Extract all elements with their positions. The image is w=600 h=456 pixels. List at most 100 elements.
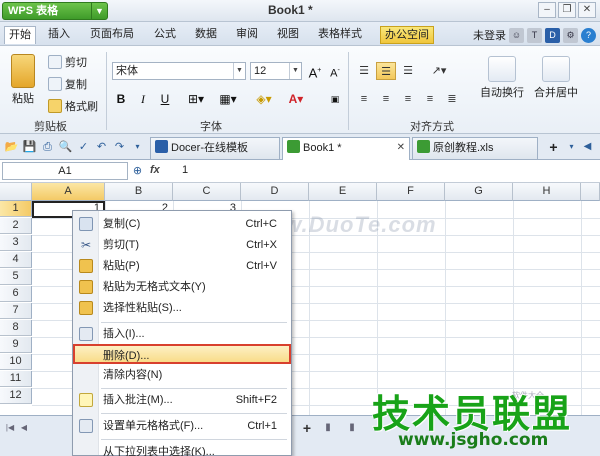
chevron-down-icon[interactable]: ▾ [564, 140, 579, 154]
docer-icon[interactable]: D [545, 27, 560, 43]
menu-item-delete[interactable]: 删除(D)... [73, 344, 291, 364]
minimize-button[interactable]: – [538, 2, 556, 18]
row-header[interactable]: 2 [0, 218, 32, 234]
column-header[interactable]: E [309, 183, 377, 201]
scroll-handle-icon[interactable]: ▮ [346, 422, 358, 434]
row-header[interactable]: 8 [0, 320, 32, 336]
preview-icon[interactable]: 🔍 [58, 140, 73, 154]
font-size-select[interactable]: 12 ▼ [250, 62, 302, 80]
grow-font-icon[interactable]: A+ [306, 62, 324, 80]
align-left-icon[interactable]: ≡ [354, 90, 374, 108]
tab-page-layout[interactable]: 页面布局 [86, 26, 138, 44]
align-middle-icon[interactable]: ☰ [376, 62, 396, 80]
first-sheet-icon[interactable]: |◀ [4, 422, 16, 434]
row-header[interactable]: 4 [0, 252, 32, 268]
column-header[interactable]: G [445, 183, 513, 201]
column-header[interactable]: B [105, 183, 173, 201]
tab-review[interactable]: 审阅 [232, 26, 262, 44]
add-sheet-icon[interactable]: + [298, 419, 316, 437]
menu-item-insert[interactable]: 插入(I)... [73, 324, 291, 344]
column-header[interactable]: A [32, 183, 105, 201]
tab-insert[interactable]: 插入 [44, 26, 74, 44]
chevron-down-icon[interactable]: ▾ [130, 140, 145, 154]
border-icon[interactable]: ⊞▾ [182, 90, 210, 108]
restore-button[interactable]: ❐ [558, 2, 576, 18]
menu-item-paste[interactable]: 粘贴(P) Ctrl+V [73, 256, 291, 276]
row-header[interactable]: 11 [0, 371, 32, 387]
close-button[interactable]: ✕ [578, 2, 596, 18]
doc-tab-docer[interactable]: Docer-在线模板 [150, 137, 280, 159]
paste-button[interactable]: 粘贴 [6, 54, 40, 106]
app-menu-button[interactable]: WPS 表格 ▼ [2, 2, 108, 20]
chevron-down-icon[interactable]: ▼ [91, 3, 107, 19]
scroll-handle-icon[interactable]: ▮ [322, 422, 334, 434]
column-header[interactable]: F [377, 183, 445, 201]
row-header[interactable]: 7 [0, 303, 32, 319]
distribute-icon[interactable]: ≣ [442, 90, 462, 108]
row-header[interactable]: 9 [0, 337, 32, 353]
column-header[interactable]: C [173, 183, 241, 201]
bold-button[interactable]: B [112, 90, 130, 108]
merge-center-button[interactable]: 合并居中 [530, 56, 582, 100]
help-icon[interactable]: ? [581, 27, 596, 43]
gear-icon[interactable]: ⚙ [563, 27, 578, 43]
row-header[interactable]: 5 [0, 269, 32, 285]
menu-item-paste-text[interactable]: 粘贴为无格式文本(Y) [73, 277, 291, 297]
print-icon[interactable]: ⎙ [40, 140, 55, 154]
column-header[interactable] [581, 183, 600, 201]
menu-item-pick-from-list[interactable]: 从下拉列表中选择(K)... [73, 442, 291, 456]
tab-view[interactable]: 视图 [273, 26, 303, 44]
fill-color-icon[interactable]: ◈▾ [250, 90, 278, 108]
user-icon[interactable]: ☺ [509, 27, 524, 43]
menu-item-copy[interactable]: 复制(C) Ctrl+C [73, 214, 291, 234]
tab-table-style[interactable]: 表格样式 [314, 26, 366, 44]
formula-input[interactable]: 1 [182, 164, 188, 176]
doc-tab-book1[interactable]: Book1 * ✕ [282, 137, 410, 160]
wrap-text-button[interactable]: 自动换行 [474, 56, 530, 100]
expand-icon[interactable]: ▣ [326, 90, 344, 108]
select-all-corner[interactable] [0, 183, 32, 201]
italic-button[interactable]: I [134, 90, 152, 108]
function-icon[interactable]: fx [150, 164, 160, 176]
new-tab-icon[interactable]: + [546, 140, 561, 154]
shrink-font-icon[interactable]: A- [326, 62, 344, 80]
font-color-icon[interactable]: A▾ [282, 90, 310, 108]
tab-home[interactable]: 开始 [4, 26, 36, 44]
align-center-icon[interactable]: ≡ [376, 90, 396, 108]
close-icon[interactable]: ✕ [397, 138, 405, 158]
menu-item-clear[interactable]: 清除内容(N) [73, 365, 291, 385]
orientation-icon[interactable]: ↗▾ [424, 62, 454, 80]
align-bottom-icon[interactable]: ☰ [398, 62, 418, 80]
menu-item-cut[interactable]: ✂ 剪切(T) Ctrl+X [73, 235, 291, 255]
redo-icon[interactable]: ↷ [112, 140, 127, 154]
save-icon[interactable]: 💾 [22, 140, 37, 154]
tab-formulas[interactable]: 公式 [150, 26, 180, 44]
menu-item-insert-comment[interactable]: 插入批注(M)... Shift+F2 [73, 390, 291, 410]
row-header[interactable]: 10 [0, 354, 32, 370]
row-header[interactable]: 1 [0, 201, 32, 217]
align-top-icon[interactable]: ☰ [354, 62, 374, 80]
open-icon[interactable]: 📂 [4, 140, 19, 154]
format-painter-button[interactable]: 格式刷 [48, 98, 98, 114]
column-header[interactable]: H [513, 183, 581, 201]
chevron-left-icon[interactable]: ◀ [580, 140, 595, 154]
copy-button[interactable]: 复制 [48, 76, 87, 92]
row-header[interactable]: 12 [0, 388, 32, 404]
zoom-icon[interactable]: ⊕ [130, 164, 145, 178]
column-header[interactable]: D [241, 183, 309, 201]
tab-data[interactable]: 数据 [191, 26, 221, 44]
name-box[interactable]: A1 [2, 162, 128, 180]
doc-tab-tutorial[interactable]: 原创教程.xls [412, 137, 538, 159]
underline-button[interactable]: U [156, 90, 174, 108]
row-header[interactable]: 3 [0, 235, 32, 251]
spellcheck-icon[interactable]: ✓ [76, 140, 91, 154]
font-name-select[interactable]: 宋体 ▼ [112, 62, 246, 80]
align-right-icon[interactable]: ≡ [398, 90, 418, 108]
merge-icon[interactable]: ▦▾ [214, 90, 242, 108]
login-link[interactable]: 未登录 [473, 27, 506, 43]
tab-office-space[interactable]: 办公空间 [380, 26, 434, 44]
justify-icon[interactable]: ≡ [420, 90, 440, 108]
menu-item-paste-special[interactable]: 选择性粘贴(S)... [73, 298, 291, 318]
cut-button[interactable]: 剪切 [48, 54, 87, 70]
menu-item-format-cells[interactable]: 设置单元格格式(F)... Ctrl+1 [73, 416, 291, 436]
